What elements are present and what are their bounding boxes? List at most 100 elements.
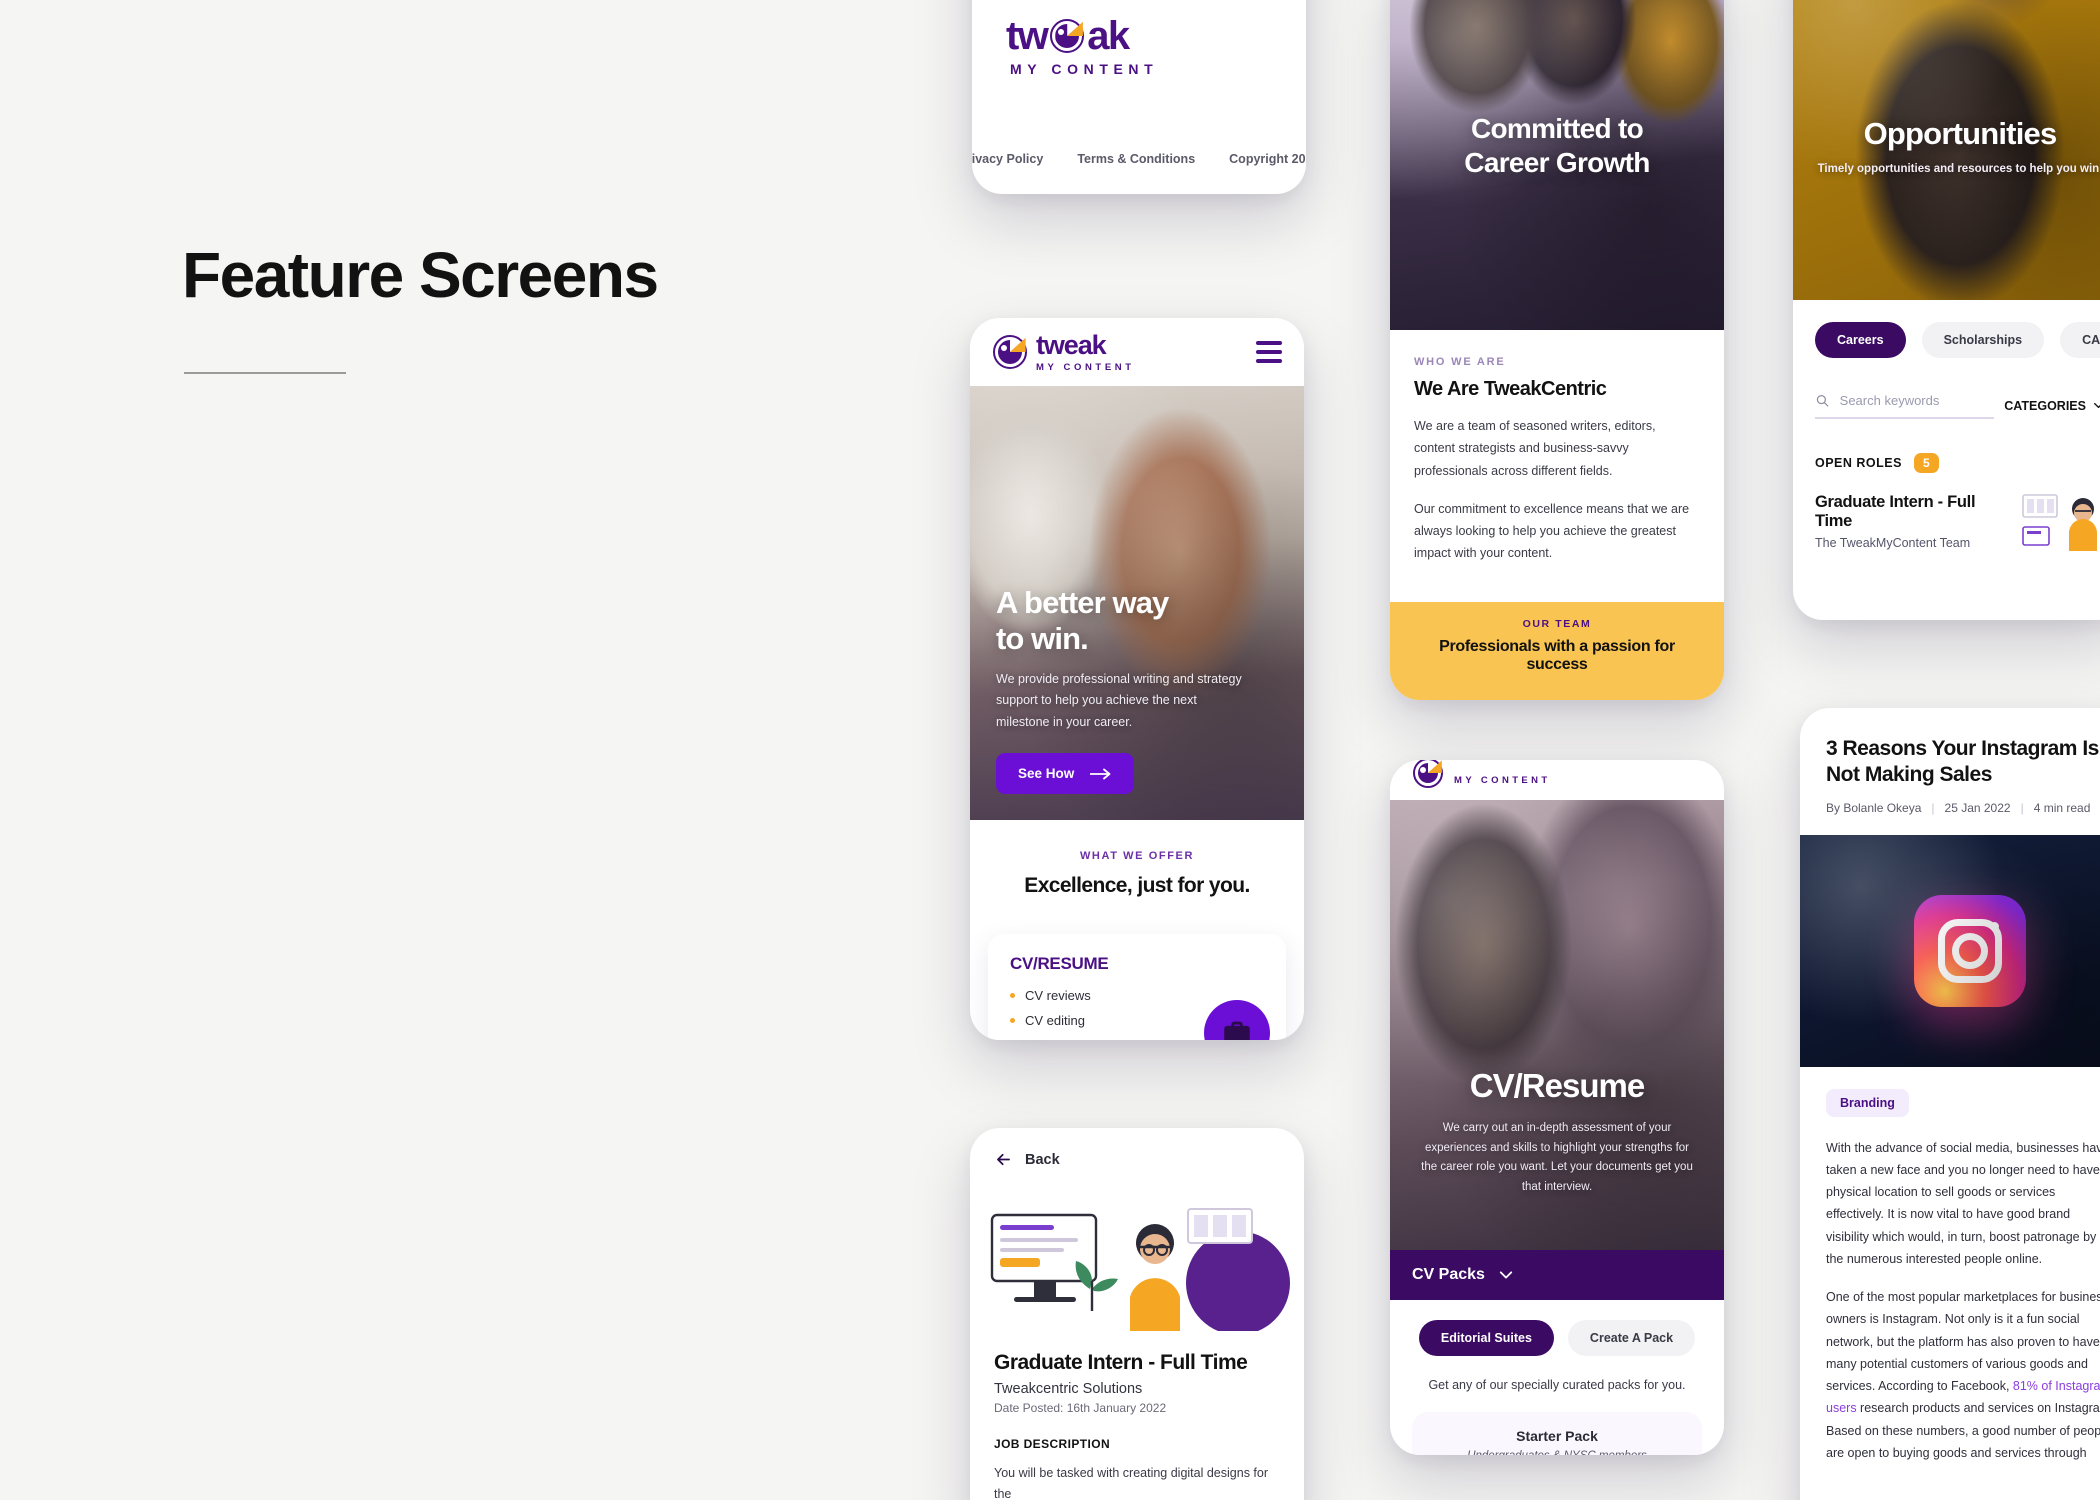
job-detail-body: Graduate Intern - Full Time Tweakcentric… xyxy=(970,1331,1304,1500)
home-logo-text: tweak xyxy=(1036,329,1107,360)
job-company: Tweakcentric Solutions xyxy=(994,1381,1143,1397)
about-hero-line2: Career Growth xyxy=(1464,146,1650,178)
home-hero-heading-line2: to win. xyxy=(996,620,1089,656)
role-text: Graduate Intern - Full Time The TweakMyC… xyxy=(1815,493,2011,550)
offer-heading: Excellence, just for you. xyxy=(1024,874,1250,897)
home-hero-paragraph: We provide professional writing and stra… xyxy=(996,671,1242,729)
instagram-icon xyxy=(1914,894,2026,1007)
cv-packs-header[interactable]: CV Packs xyxy=(1390,1250,1724,1300)
blog-read-time: 4 min read xyxy=(2033,800,2091,815)
about-hero-photo: Committed to Career Growth xyxy=(1390,0,1724,330)
about-hero-line1: Committed to xyxy=(1470,113,1644,144)
job-illustration xyxy=(970,1185,1304,1331)
chevron-down-icon xyxy=(2094,402,2100,409)
hamburger-menu-icon[interactable] xyxy=(1256,341,1282,363)
categories-dropdown[interactable]: CATEGORIES xyxy=(2004,399,2100,413)
home-logo-textblock: tweak MY CONTENT xyxy=(1036,329,1135,373)
tab-create-a-pack[interactable]: Create A Pack xyxy=(1567,1320,1696,1356)
cv-top-bar: MY CONTENT xyxy=(1390,760,1724,800)
meta-divider: | xyxy=(1931,800,1935,815)
role-illustration-icon xyxy=(2021,493,2100,551)
job-detail-screen-card: Back Graduate Intern - Full Time Tweakce… xyxy=(970,1128,1304,1500)
blog-date: 25 Jan 2022 xyxy=(1944,800,2011,815)
open-roles-row: OPEN ROLES 5 xyxy=(1793,419,2100,473)
about-body: WHO WE ARE We Are TweakCentric We are a … xyxy=(1390,330,1724,565)
search-field-wrap[interactable] xyxy=(1815,392,1995,419)
tab-scholarships[interactable]: Scholarships xyxy=(1921,322,2045,358)
about-team-title: Professionals with a passion for success xyxy=(1439,638,1675,673)
page-title: Feature Screens xyxy=(182,239,659,311)
job-date-posted: Date Posted: 16th January 2022 xyxy=(994,1401,1167,1415)
blog-paragraph-1: With the advance of social media, busine… xyxy=(1826,1140,2100,1266)
home-hero-heading: A better way to win. xyxy=(996,585,1278,657)
footer-logo-text-ak: ak xyxy=(1087,14,1130,58)
home-logo-subtitle: MY CONTENT xyxy=(1036,361,1135,373)
briefcase-icon xyxy=(1204,1000,1270,1040)
offer-kicker: WHAT WE OFFER xyxy=(1079,850,1195,862)
footer-link-privacy[interactable]: Privacy Policy xyxy=(972,152,1043,166)
cv-resume-screen-card: MY CONTENT CV/Resume We carry out an in-… xyxy=(1390,760,1724,1455)
tab-careers[interactable]: Careers xyxy=(1815,322,1906,358)
cv-price-description: Undergraduates & NYSC members xyxy=(1430,1450,1684,1455)
back-label: Back xyxy=(1025,1151,1060,1168)
home-hero-content: A better way to win. We provide professi… xyxy=(970,585,1304,820)
home-offer-section: WHAT WE OFFER Excellence, just for you. xyxy=(970,820,1304,898)
job-description-body: You will be tasked with creating digital… xyxy=(994,1466,1268,1500)
meta-divider: | xyxy=(2020,800,2024,815)
opportunities-search-row: CATEGORIES xyxy=(1793,358,2100,419)
cv-logo-subtitle: MY CONTENT xyxy=(1454,774,1551,786)
see-how-label: See How xyxy=(1018,766,1075,781)
cv-hero-paragraph: We carry out an in-depth assessment of y… xyxy=(1421,1121,1693,1194)
title-underline-rule xyxy=(184,372,346,374)
left-title-panel: Feature Screens xyxy=(0,0,880,1500)
cv-price-card[interactable]: Starter Pack Undergraduates & NYSC membe… xyxy=(1412,1412,1702,1455)
blog-meta: By Bolanle Okeya | 25 Jan 2022 | 4 min r… xyxy=(1826,801,2100,815)
offer-cv-resume-card[interactable]: CV/RESUME CV reviews CV editing xyxy=(988,934,1286,1040)
blog-header: 3 Reasons Your Instagram Is Not Making S… xyxy=(1800,708,2100,835)
chevron-down-icon xyxy=(1499,1271,1513,1279)
blog-hero-image xyxy=(1800,834,2100,1067)
see-how-button[interactable]: See How xyxy=(996,753,1135,794)
footer-content: tw ak MY CONTENT xyxy=(972,0,1306,77)
footer-links: Privacy Policy Terms & Conditions Copyri… xyxy=(972,152,1306,166)
role-list-item[interactable]: Graduate Intern - Full Time The TweakMyC… xyxy=(1793,473,2100,551)
tweak-logo-mark-icon xyxy=(1413,760,1443,788)
open-roles-label: OPEN ROLES xyxy=(1815,456,1902,470)
tweak-logo-mark-icon xyxy=(1050,19,1085,53)
home-hero: A better way to win. We provide professi… xyxy=(970,386,1304,820)
footer-logo-subtitle: MY CONTENT xyxy=(1010,61,1159,77)
back-button[interactable]: Back xyxy=(970,1128,1304,1185)
footer-screen-card: tw ak MY CONTENT Privacy Policy Terms & … xyxy=(972,0,1306,194)
blog-paragraph-2-after: research products and services on Instag… xyxy=(1826,1401,2100,1460)
home-top-bar: tweak MY CONTENT xyxy=(970,318,1304,386)
opportunities-hero-subtitle: Timely opportunities and resources to he… xyxy=(1817,163,2100,175)
about-heading: We Are TweakCentric xyxy=(1414,378,1607,400)
open-roles-count-badge: 5 xyxy=(1913,453,1939,473)
tab-editorial-suites[interactable]: Editorial Suites xyxy=(1418,1320,1554,1356)
job-description-label: JOB DESCRIPTION xyxy=(994,1437,1111,1451)
blog-category-tag[interactable]: Branding xyxy=(1826,1088,1909,1117)
footer-link-terms[interactable]: Terms & Conditions xyxy=(1077,152,1195,166)
blog-paragraph-2: One of the most popular marketplaces for… xyxy=(1826,1286,2100,1464)
about-kicker: WHO WE ARE xyxy=(1414,356,1506,368)
opportunities-hero-photo: Opportunities Timely opportunities and r… xyxy=(1793,0,2100,300)
role-company: The TweakMyContent Team xyxy=(1815,536,1971,550)
footer-logo: tw ak MY CONTENT xyxy=(1006,16,1272,77)
blog-article-screen-card: 3 Reasons Your Instagram Is Not Making S… xyxy=(1800,708,2100,1500)
opportunities-screen-card: Opportunities Timely opportunities and r… xyxy=(1793,0,2100,620)
about-paragraph-2: Our commitment to excellence means that … xyxy=(1414,501,1690,561)
about-hero-heading: Committed to Career Growth xyxy=(1390,112,1724,179)
opportunities-hero-heading: Opportunities xyxy=(1863,116,2058,151)
about-team-band: OUR TEAM Professionals with a passion fo… xyxy=(1390,602,1724,700)
cv-packs-label: CV Packs xyxy=(1412,1266,1485,1283)
categories-label: CATEGORIES xyxy=(2004,398,2086,413)
cv-hero-photo: CV/Resume We carry out an in-depth asses… xyxy=(1390,800,1724,1250)
illustration-workspace-icon xyxy=(970,1185,1304,1331)
role-title: Graduate Intern - Full Time xyxy=(1815,493,1976,530)
home-hero-heading-line1: A better way xyxy=(996,584,1169,620)
search-input[interactable] xyxy=(1839,393,1995,408)
about-paragraph-1: We are a team of seasoned writers, edito… xyxy=(1414,419,1656,478)
home-logo[interactable]: tweak MY CONTENT xyxy=(992,329,1135,373)
tab-cas[interactable]: CAS xyxy=(2060,322,2100,358)
opportunities-tabs: Careers Scholarships CAS xyxy=(1793,300,2100,358)
